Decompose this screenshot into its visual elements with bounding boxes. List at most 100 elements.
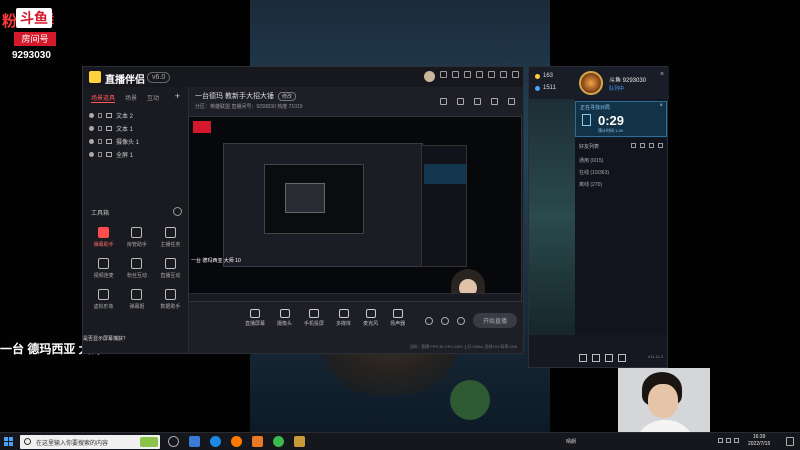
start-live-button[interactable]: 开始直播: [472, 313, 517, 328]
settings-icon[interactable]: [476, 71, 483, 78]
media-button[interactable]: 多媒体: [336, 309, 351, 327]
list-icon[interactable]: [649, 143, 654, 148]
visibility-icon[interactable]: [89, 152, 94, 157]
tool-video-link[interactable]: 视频连麦: [87, 258, 120, 279]
room-label: 房间号: [14, 32, 56, 46]
layer-label: 全屏 1: [116, 153, 134, 159]
screen-capture-button[interactable]: 直播屏幕: [245, 309, 265, 327]
layer-item[interactable]: 全屏 1: [89, 148, 182, 161]
search-icon: [24, 438, 31, 445]
task-view-icon[interactable]: [168, 436, 179, 447]
taskbar-clock[interactable]: 16:39 2022/7/15: [748, 434, 770, 448]
lock-icon[interactable]: [457, 98, 464, 105]
camera-button[interactable]: 摄像头: [277, 309, 292, 327]
nested-preview-canvas: [264, 164, 364, 234]
queue-timer-box: 正在寻找对局 × 0:29 预计时间 1:20: [575, 101, 667, 137]
client-game-art: [529, 99, 575, 335]
client-close-icon[interactable]: ×: [660, 71, 664, 78]
close-icon[interactable]: [512, 71, 519, 78]
network-icon[interactable]: [718, 438, 723, 443]
lock-icon[interactable]: [98, 152, 102, 157]
notification-icon[interactable]: [452, 71, 459, 78]
app-version-badge[interactable]: v6.0: [147, 72, 171, 83]
lock-icon[interactable]: [98, 139, 102, 144]
lock-icon[interactable]: [98, 126, 102, 131]
game-client-panel: 163 1511 斗鱼 9293030 队列中 × 正在寻找对局 × 0:29 …: [528, 66, 669, 368]
taskbar-search[interactable]: 在这里输入你要搜索的内容: [20, 435, 160, 449]
chat-icon[interactable]: [579, 354, 587, 362]
queue-cancel-icon[interactable]: ×: [659, 103, 663, 109]
friend-group[interactable]: 在线 (10/363): [579, 169, 609, 176]
toolbox-settings-icon[interactable]: [173, 207, 182, 216]
input-method-icon[interactable]: [734, 438, 739, 443]
help-icon[interactable]: [618, 354, 626, 362]
app-titlebar: 直播伴侣 v6.0: [83, 67, 523, 87]
chrome-icon[interactable]: [273, 436, 284, 447]
stream-preview[interactable]: 一台 德玛西亚 大师 10: [188, 116, 522, 302]
layer-item[interactable]: 文本 1: [89, 122, 182, 135]
minimize-icon[interactable]: [488, 71, 495, 78]
tool-data-assistant[interactable]: 数据助手: [154, 289, 187, 310]
mic-icon[interactable]: [605, 354, 613, 362]
preview-logo-tag: [193, 121, 211, 133]
friend-group[interactable]: 离线 (270): [579, 181, 602, 188]
tab-scene[interactable]: 场景: [125, 93, 137, 103]
add-friend-icon[interactable]: [631, 143, 636, 148]
friend-group[interactable]: 通用 (0/15): [579, 157, 603, 164]
taskbar-apps: [168, 436, 305, 447]
message-icon[interactable]: [464, 71, 471, 78]
tool-room-admin[interactable]: 房管助手: [120, 227, 153, 248]
add-source-button[interactable]: +: [175, 92, 180, 103]
image-icon[interactable]: [474, 98, 481, 105]
maximize-icon[interactable]: [500, 71, 507, 78]
room-number: 9293030: [12, 50, 51, 61]
tool-live-interaction[interactable]: 直播互动: [154, 258, 187, 279]
edge-browser-icon[interactable]: [210, 436, 221, 447]
user-avatar[interactable]: [424, 71, 435, 82]
visibility-icon[interactable]: [89, 126, 94, 131]
search-icon[interactable]: [658, 143, 663, 148]
capture-tooltip: 是否显示屏幕捕获？: [83, 336, 129, 342]
player-avatar[interactable]: [579, 71, 603, 95]
tool-danmu-girl[interactable]: 弹幕姬: [120, 289, 153, 310]
tool-avatar[interactable]: 虚拟形象: [87, 289, 120, 310]
layer-label: 文本 2: [116, 114, 134, 120]
volume-icon[interactable]: [726, 438, 731, 443]
file-explorer-icon[interactable]: [189, 436, 200, 447]
firefox-icon[interactable]: [231, 436, 242, 447]
share-icon[interactable]: [508, 98, 515, 105]
layer-item[interactable]: 文本 2: [89, 109, 182, 122]
folder-icon[interactable]: [640, 143, 645, 148]
lock-icon[interactable]: [98, 113, 102, 118]
tool-label: 弹幕姬: [129, 304, 145, 310]
player-name: 斗鱼 9293030: [609, 78, 647, 84]
weather-text[interactable]: 晴朗: [566, 438, 576, 445]
tool-fan-interaction[interactable]: 粉丝互动: [120, 258, 153, 279]
visibility-icon[interactable]: [89, 139, 94, 144]
tool-danmu-assistant[interactable]: 弹幕助手: [87, 227, 120, 248]
windows-start-icon[interactable]: [4, 437, 13, 446]
visibility-icon[interactable]: [89, 113, 94, 118]
microphone-icon: [365, 309, 376, 318]
record-icon[interactable]: [424, 316, 433, 325]
mission-icon[interactable]: [592, 354, 600, 362]
tab-scene-props[interactable]: 场景道具: [91, 93, 116, 103]
speaker-button[interactable]: 扬声器: [390, 309, 405, 327]
streaming-app-taskbar-icon[interactable]: [252, 436, 263, 447]
copy-icon[interactable]: [491, 98, 498, 105]
edit-title-button[interactable]: 修改: [277, 92, 296, 101]
screen-layer-icon: [106, 152, 112, 157]
tool-label: 主播任务: [160, 242, 181, 248]
gear-icon[interactable]: [456, 316, 465, 325]
gift-icon[interactable]: [440, 71, 447, 78]
layer-item[interactable]: 摄像头 1: [89, 135, 182, 148]
tool-anchor-task[interactable]: 主播任务: [154, 227, 187, 248]
league-client-icon[interactable]: [294, 436, 305, 447]
layout-icon[interactable]: [440, 98, 447, 105]
toolbar-label: 麦克风: [363, 321, 379, 327]
notification-center-icon[interactable]: [786, 437, 794, 446]
mic-settings-icon[interactable]: [440, 316, 449, 325]
tab-interaction[interactable]: 互动: [147, 93, 159, 103]
phone-cast-button[interactable]: 手机投屏: [304, 309, 324, 327]
microphone-button[interactable]: 麦克风: [363, 309, 378, 327]
